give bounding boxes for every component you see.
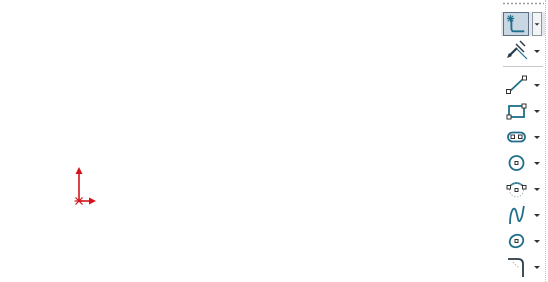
toolbar-grip[interactable] — [502, 2, 544, 5]
sketch-dropdown-arrow-icon[interactable] — [532, 12, 542, 36]
sketch-fillet-button[interactable] — [501, 255, 545, 279]
ellipse-button[interactable] — [501, 229, 545, 253]
arc-dropdown-arrow-icon[interactable] — [532, 177, 542, 201]
smart-dimension-icon — [507, 40, 528, 60]
circle-dropdown-arrow-icon[interactable] — [532, 151, 542, 175]
slot-icon — [507, 131, 526, 143]
sketch-fillet-dropdown-arrow-icon[interactable] — [532, 255, 542, 279]
arc-icon — [506, 182, 527, 198]
line-button[interactable] — [501, 73, 545, 97]
spline-dropdown-arrow-icon[interactable] — [532, 203, 542, 227]
rectangle-button[interactable] — [501, 99, 545, 123]
smart-dimension-button[interactable] — [501, 39, 545, 63]
ellipse-dropdown-arrow-icon[interactable] — [532, 229, 542, 253]
rectangle-icon — [506, 103, 527, 120]
sketch-icon — [503, 12, 529, 36]
circle-button[interactable] — [501, 151, 545, 175]
rectangle-dropdown-arrow-icon[interactable] — [532, 99, 542, 123]
smart-dimension-dropdown-arrow-icon[interactable] — [532, 39, 542, 63]
ellipse-icon — [508, 233, 525, 249]
graphics-area[interactable] — [0, 0, 500, 282]
spline-icon — [509, 205, 525, 225]
slot-dropdown-arrow-icon[interactable] — [532, 125, 542, 149]
sketch-toolbar — [499, 0, 548, 282]
line-icon — [506, 75, 527, 94]
line-dropdown-arrow-icon[interactable] — [532, 73, 542, 97]
sketch-origin-icon — [74, 167, 96, 205]
toolbar-separator — [503, 66, 543, 67]
slot-button[interactable] — [501, 125, 545, 149]
sketch-fillet-icon — [508, 258, 524, 277]
spline-button[interactable] — [501, 203, 545, 227]
sketch-button[interactable] — [501, 12, 545, 36]
arc-button[interactable] — [501, 177, 545, 201]
circle-icon — [508, 155, 525, 171]
